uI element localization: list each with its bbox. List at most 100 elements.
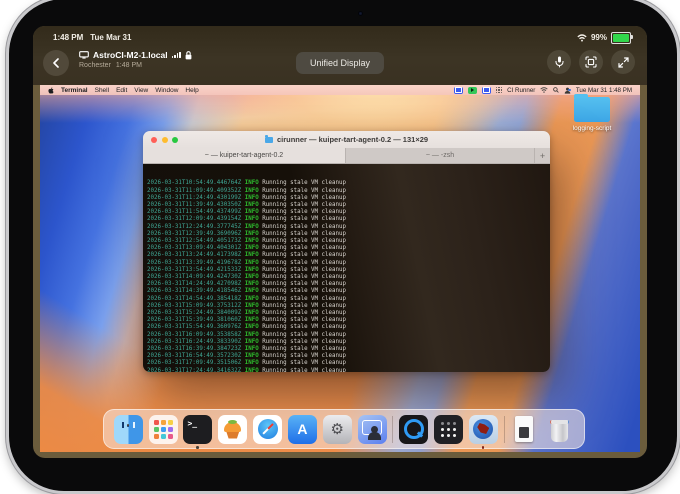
lock-icon [185,51,192,60]
tab-zsh[interactable]: ~ — -zsh [346,148,535,163]
log-line: 2026-03-31T12:39:49.369096Z INFO Running… [147,231,550,238]
desktop-folder-logging-script[interactable]: logging-script [560,97,624,132]
mac-dock: >_ A ⚙ [103,409,585,449]
spotlight-search-icon[interactable] [553,87,559,93]
zoom-window-button[interactable] [172,137,178,143]
menu-edit[interactable]: Edit [116,87,127,94]
terminal-title-bar[interactable]: cirunner — kuiper-tart-agent-0.2 — 131×2… [143,131,550,148]
log-line: 2026-03-31T15:24:49.384009Z INFO Running… [147,310,550,317]
back-button[interactable] [43,50,69,76]
kuiper-icon[interactable] [469,415,498,444]
apple-menu-icon[interactable] [48,87,54,94]
ci-runner-status-item[interactable]: CI Runner [507,87,535,94]
log-line: 2026-03-31T11:54:49.437499Z INFO Running… [147,209,550,216]
q-ring-shape [404,419,424,439]
menu-shell[interactable]: Shell [95,87,109,94]
folder-label: logging-script [560,125,624,132]
proxy-folder-icon [265,137,273,143]
dock-separator [504,416,505,443]
menu-help[interactable]: Help [185,87,198,94]
log-line: 2026-03-31T16:54:49.357230Z INFO Running… [147,353,550,360]
safari-icon[interactable] [253,415,282,444]
terminal-icon[interactable]: >_ [183,415,212,444]
minimize-window-button[interactable] [162,137,168,143]
window-controls [151,137,178,143]
log-line: 2026-03-31T14:54:49.385418Z INFO Running… [147,296,550,303]
session-toolbar: AstroCI-M2-1.local Rochester 1:48 PM Uni… [33,46,647,88]
trash-icon[interactable] [545,415,574,444]
close-window-button[interactable] [151,137,157,143]
log-line: 2026-03-31T15:39:49.381060Z INFO Running… [147,317,550,324]
frame-capture-button[interactable] [579,50,603,74]
log-line: 2026-03-31T12:54:49.405173Z INFO Running… [147,238,550,245]
launchpad-icon[interactable] [149,415,178,444]
host-name: AstroCI-M2-1.local [93,50,168,60]
log-line: 2026-03-31T16:09:49.353858Z INFO Running… [147,332,550,339]
log-line: 2026-03-31T13:54:49.421533Z INFO Running… [147,267,550,274]
grid-status-icon[interactable] [496,87,502,93]
app-store-glyph: A [297,421,307,437]
status-time: 1:48 PM [53,33,83,42]
log-line: 2026-03-31T16:24:49.383390Z INFO Running… [147,339,550,346]
app-store-icon[interactable]: A [288,415,317,444]
terminal-log: 2026-03-31T10:54:49.446764Z INFO Running… [147,180,550,372]
log-line: 2026-03-31T14:39:49.418546Z INFO Running… [147,288,550,295]
unified-display-button[interactable]: Unified Display [296,52,384,74]
globe-dog-shape [473,419,493,439]
log-line: 2026-03-31T14:09:49.424730Z INFO Running… [147,274,550,281]
new-tab-button[interactable]: + [535,148,550,163]
tab-kuiper-tart-agent[interactable]: ~ — kuiper-tart-agent-0.2 [143,148,346,163]
user-dot [568,89,571,92]
wifi-icon [577,34,587,42]
menubar-clock[interactable]: Tue Mar 31 1:48 PM [576,87,632,94]
display-icon [79,51,89,59]
log-line: 2026-03-31T10:54:49.446764Z INFO Running… [147,180,550,187]
folder-icon [574,97,610,122]
log-line: 2026-03-31T13:39:49.419678Z INFO Running… [147,260,550,267]
battery-icon [611,32,631,44]
signal-bars-icon [172,52,181,59]
mac-menu-bar: Terminal Shell Edit View Window Help CI Runne… [40,85,640,95]
log-line: 2026-03-31T17:24:49.341632Z INFO Running… [147,368,550,372]
remote-session-header: 1:48 PM Tue Mar 31 99% [33,26,647,85]
gear-glyph: ⚙ [330,422,343,437]
log-line: 2026-03-31T11:39:49.430350Z INFO Running… [147,202,550,209]
terminal-glyph: >_ [187,419,197,428]
terminal-window[interactable]: cirunner — kuiper-tart-agent-0.2 — 131×2… [143,131,550,372]
window-title: cirunner — kuiper-tart-agent-0.2 — 131×2… [277,135,428,144]
ipad-status-bar: 1:48 PM Tue Mar 31 99% [33,26,647,46]
documents-icon[interactable] [510,415,539,444]
terminal-tab-bar: ~ — kuiper-tart-agent-0.2 ~ — -zsh + [143,148,550,164]
log-line: 2026-03-31T11:09:49.409352Z INFO Running… [147,188,550,195]
display-status-icon[interactable] [482,87,491,94]
screen-sharing-icon[interactable] [358,415,387,444]
person-shape [371,426,378,433]
log-line: 2026-03-31T13:09:49.404301Z INFO Running… [147,245,550,252]
finder-icon[interactable] [114,415,143,444]
remote-mac-display: Terminal Shell Edit View Window Help CI Runne… [40,85,640,452]
log-line: 2026-03-31T16:39:49.384723Z INFO Running… [147,346,550,353]
ci-runner-grid-icon[interactable] [434,415,463,444]
connection-info[interactable]: AstroCI-M2-1.local Rochester 1:48 PM [79,50,192,69]
menu-view[interactable]: View [134,87,148,94]
user-switch-icon[interactable] [564,87,571,94]
ipad-screen: 1:48 PM Tue Mar 31 99% [33,26,647,458]
log-line: 2026-03-31T12:24:49.377745Z INFO Running… [147,224,550,231]
fullscreen-button[interactable] [611,50,635,74]
battery-percent: 99% [591,33,607,42]
session-location: Rochester [79,62,111,69]
screens-status-icon[interactable] [454,87,463,94]
dock-separator [392,416,393,443]
log-line: 2026-03-31T14:24:49.427098Z INFO Running… [147,281,550,288]
play-status-icon[interactable] [468,87,477,94]
terminal-content[interactable]: 2026-03-31T10:54:49.446764Z INFO Running… [143,164,550,372]
system-settings-icon[interactable]: ⚙ [323,415,352,444]
menubar-wifi-icon[interactable] [540,87,548,93]
quicktime-icon[interactable] [399,415,428,444]
menu-window[interactable]: Window [155,87,178,94]
session-time: 1:48 PM [116,62,142,69]
microphone-button[interactable] [547,50,571,74]
log-line: 2026-03-31T12:09:49.439154Z INFO Running… [147,216,550,223]
menu-terminal[interactable]: Terminal [61,87,88,94]
tart-icon[interactable] [218,415,247,444]
